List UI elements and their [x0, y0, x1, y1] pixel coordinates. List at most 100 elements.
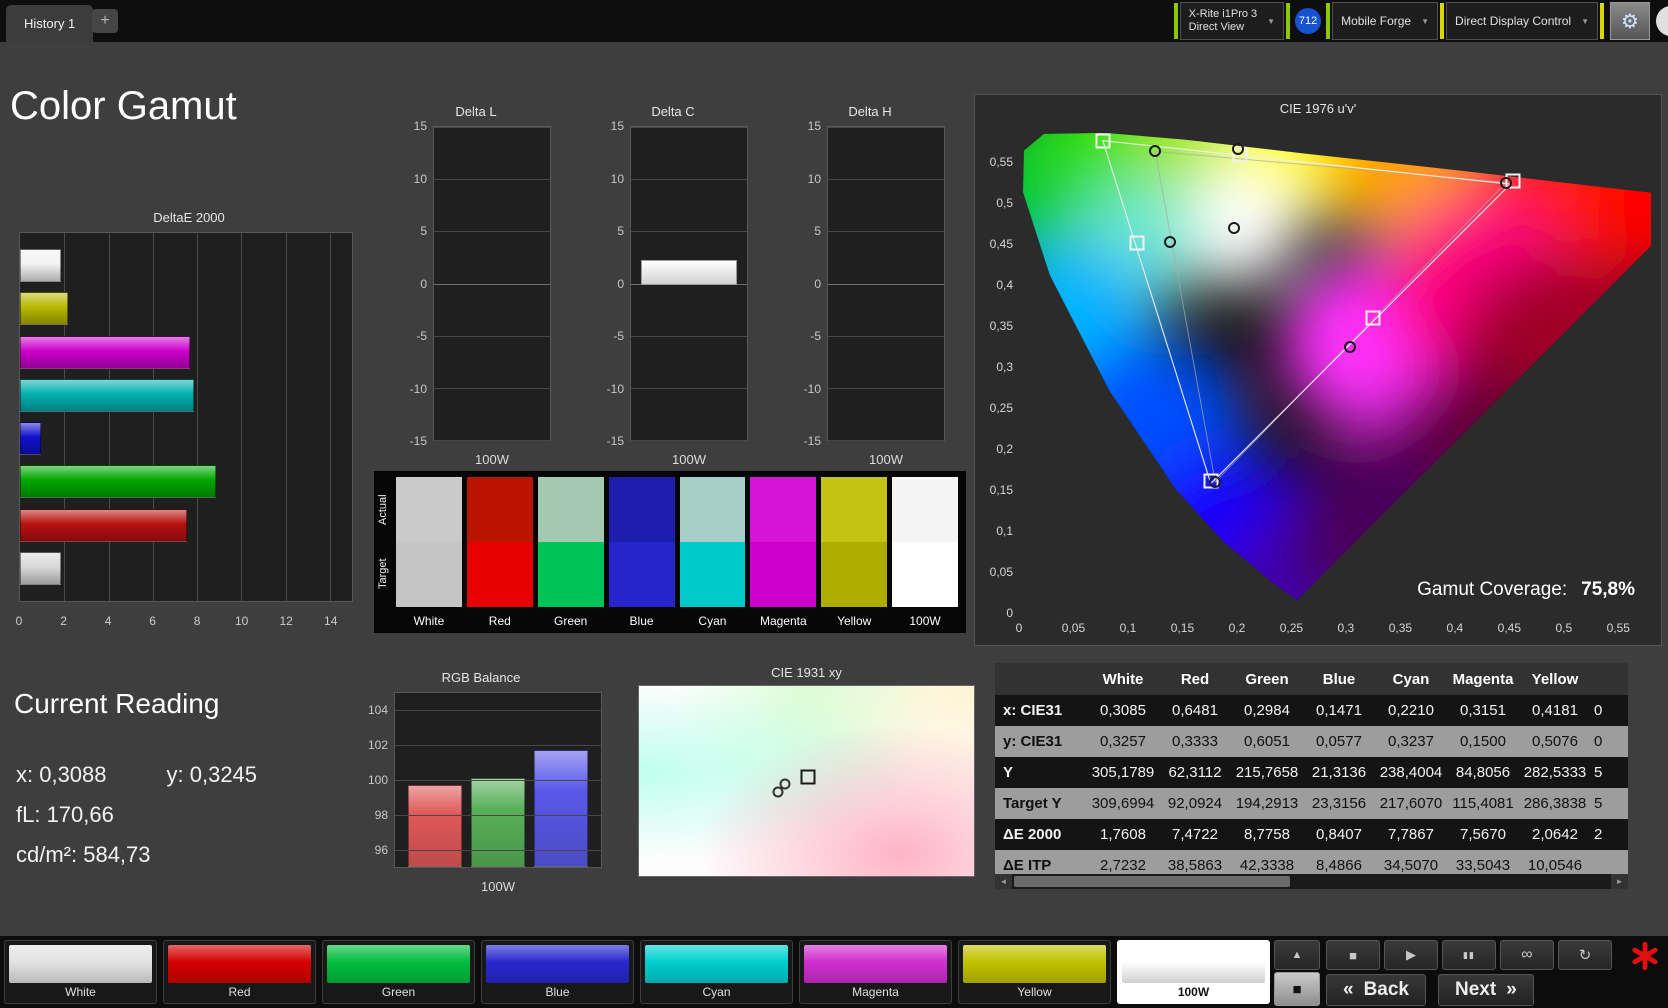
scrollbar-track[interactable] — [1012, 874, 1611, 889]
pattern-button-white[interactable]: White — [4, 940, 157, 1004]
reading-y: y: 0,3245 — [166, 762, 258, 787]
play-button[interactable]: ▶ — [1384, 940, 1438, 970]
scrollbar-thumb[interactable] — [1014, 876, 1290, 887]
bottom-bar: White Red Green Blue Cyan Magenta Yellow 100W ▲… — [0, 936, 1668, 1008]
delta-c-xlabel: 100W — [672, 452, 706, 467]
target-marker — [1129, 235, 1145, 251]
chevron-down-icon: ▼ — [1421, 16, 1430, 26]
add-tab-button[interactable]: + — [92, 9, 118, 33]
reading-fl: fL: 170,66 — [16, 802, 114, 827]
rgb-balance-title: RGB Balance — [441, 670, 521, 685]
next-button[interactable]: Next » — [1438, 974, 1534, 1006]
delta-h-ylabels: 15 10 5 0 -5 -10 -15 — [803, 119, 821, 448]
delta_c-bar — [641, 259, 737, 286]
scroll-right-button[interactable]: ► — [1611, 874, 1628, 889]
swatch-columns — [396, 477, 958, 607]
meter-name: X-Rite i1Pro 3 — [1188, 8, 1258, 20]
cie1976-title: CIE 1976 u'v' — [1279, 101, 1357, 116]
next-label: Next — [1455, 979, 1497, 1000]
delta-h-plot — [827, 126, 945, 441]
delta-l-xlabel: 100W — [475, 452, 509, 467]
rgb-xlabel: 100W — [481, 879, 515, 894]
pattern-window-button[interactable]: ■ — [1274, 972, 1320, 1006]
delta-l-title: Delta L — [455, 104, 497, 119]
up-arrow-icon: ▲ — [1291, 949, 1303, 961]
pattern-button-yellow[interactable]: Yellow — [958, 940, 1111, 1004]
gamut-coverage-label: Gamut Coverage: — [1417, 579, 1568, 600]
delta-l-plot — [433, 126, 551, 441]
page-title: Color Gamut — [10, 84, 237, 128]
pattern-button-green[interactable]: Green — [322, 940, 475, 1004]
measured-marker — [779, 778, 791, 790]
table-header — [1591, 663, 1628, 695]
table-header: Yellow — [1531, 670, 1579, 688]
table-header: Blue — [1322, 670, 1356, 688]
deltae-bar-100w — [20, 551, 61, 585]
partial-round-button[interactable] — [1656, 6, 1668, 36]
stop-button[interactable]: ■ — [1326, 940, 1380, 970]
results-table-body: x: CIE31 0,3085 0,6481 0,2984 0,1471 0,2210 0,… — [995, 695, 1628, 881]
delta-h-title: Delta H — [848, 104, 892, 119]
cie-xticks: 0 0,05 0,1 0,15 0,2 0,25 0,3 0,35 0,4 0,45 0,5 0,55 — [1015, 621, 1630, 635]
delta-c-title: Delta C — [651, 104, 695, 119]
square-icon: ■ — [1292, 980, 1302, 998]
meter-dropdown[interactable]: X-Rite i1Pro 3 Direct View ▼ — [1179, 2, 1285, 40]
up-button[interactable]: ▲ — [1274, 940, 1320, 970]
reading-x: x: 0,3088 — [16, 762, 107, 787]
source-dropdown[interactable]: Mobile Forge ▼ — [1332, 2, 1439, 40]
delta-l-chart: Delta L 15 10 5 0 -5 -10 -15 100W — [399, 104, 553, 469]
swatch-compare-panel: Actual Target White Red Green Blue Cyan Magen… — [374, 471, 966, 633]
delta-c-ylabels: 15 10 5 0 -5 -10 -15 — [606, 119, 624, 448]
back-label: Back — [1363, 979, 1409, 1000]
delta-h-xlabel: 100W — [869, 452, 903, 467]
top-bar: History 1 + X-Rite i1Pro 3 Direct View ▼… — [0, 0, 1668, 42]
stop-icon: ■ — [1349, 947, 1357, 963]
pause-button[interactable]: ▮▮ — [1442, 940, 1496, 970]
refresh-icon: ↻ — [1578, 947, 1592, 964]
history-tab[interactable]: History 1 — [6, 5, 94, 42]
alert-asterisk-icon — [1632, 941, 1658, 971]
results-table-head: White Red Green Blue Cyan Magenta Yellow — [995, 663, 1628, 695]
loop-button[interactable]: ∞ — [1500, 940, 1554, 970]
pattern-button-blue[interactable]: Blue — [481, 940, 634, 1004]
swatch-column-100w — [892, 477, 958, 607]
settings-button[interactable]: ⚙ — [1610, 2, 1650, 40]
target-marker — [1365, 310, 1381, 326]
deltae2000-title: DeltaE 2000 — [153, 210, 225, 225]
back-button[interactable]: « Back — [1326, 974, 1426, 1006]
gamut-coverage: Gamut Coverage: 75,8% — [1417, 579, 1635, 601]
cie1931-title: CIE 1931 xy — [771, 665, 842, 680]
delta-c-chart: Delta C 15 10 5 0 -5 -10 -15 100W — [596, 104, 750, 469]
pattern-button-100w[interactable]: 100W — [1117, 940, 1270, 1004]
chevron-down-icon: ▼ — [1267, 16, 1276, 26]
table-scrollbar[interactable]: ◄ ► — [995, 874, 1628, 889]
deltae-bar-red — [20, 508, 188, 542]
delta-l-ylabels: 15 10 5 0 -5 -10 -15 — [409, 119, 427, 448]
cie-yticks: 0,55 0,5 0,45 0,4 0,35 0,3 0,25 0,2 0,15 0,1 0,05 0 — [989, 155, 1013, 620]
target-marker — [1095, 133, 1111, 149]
pattern-button-magenta[interactable]: Magenta — [799, 940, 952, 1004]
pattern-button-red[interactable]: Red — [163, 940, 316, 1004]
accent-bar — [1173, 3, 1178, 39]
delta-h-chart: Delta H 15 10 5 0 -5 -10 -15 100W — [793, 104, 947, 469]
swatch-column-white — [396, 477, 462, 607]
deltae-bar-yellow — [20, 292, 68, 326]
accent-bar — [1600, 3, 1604, 39]
swatch-label: Red — [488, 614, 511, 628]
pattern-button-cyan[interactable]: Cyan — [640, 940, 793, 1004]
actual-row-label: Actual — [377, 494, 389, 526]
table-header: Red — [1180, 670, 1210, 688]
scroll-left-button[interactable]: ◄ — [995, 874, 1012, 889]
cie1931-plot — [638, 685, 975, 877]
infinity-icon: ∞ — [1521, 946, 1533, 963]
deltae-bars — [20, 233, 352, 601]
pattern-bar: White Red Green Blue Cyan Magenta Yellow 100W — [4, 940, 1270, 1004]
display-control-dropdown[interactable]: Direct Display Control ▼ — [1446, 2, 1598, 40]
swatch-label: Magenta — [759, 614, 807, 628]
refresh-button[interactable]: ↻ — [1558, 940, 1612, 970]
swatch-column-blue — [608, 477, 675, 607]
display-control-label: Direct Display Control — [1455, 14, 1572, 28]
calibration-app: History 1 + X-Rite i1Pro 3 Direct View ▼… — [0, 0, 1668, 1008]
swatch-label: Yellow — [837, 614, 872, 628]
deltae-bar-blue — [20, 422, 41, 456]
